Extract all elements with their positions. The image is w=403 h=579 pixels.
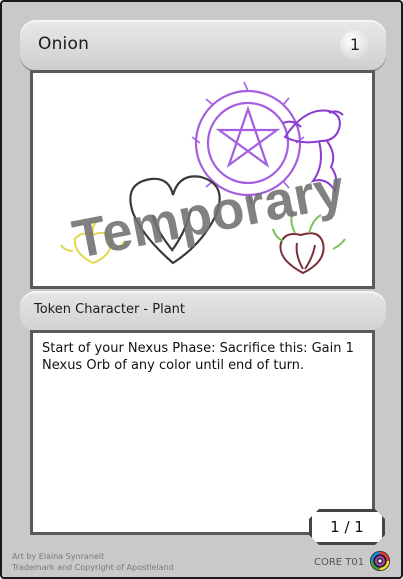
type-line: Token Character - Plant bbox=[34, 302, 186, 317]
rainbow-swirl-icon bbox=[370, 551, 390, 571]
count-badge: 1 / 1 bbox=[309, 509, 385, 545]
set-code: CORE T01 bbox=[314, 557, 365, 568]
cost-circle: 1 bbox=[340, 30, 370, 60]
art-illustration: Temporary bbox=[60, 81, 349, 275]
card-name: Onion bbox=[38, 34, 90, 54]
rules-text: Start of your Nexus Phase: Sacrifice thi… bbox=[42, 341, 354, 373]
watermark-text: Temporary bbox=[68, 159, 349, 270]
artist-credit: Art by Elaina Synraneit bbox=[12, 552, 105, 561]
card[interactable]: Onion 1 Temporary Token Character - Plan… bbox=[0, 0, 403, 579]
trademark-credit: Trademark and Copyright of Apostleland bbox=[12, 563, 174, 572]
card-art: Temporary bbox=[30, 70, 375, 289]
red-onion-icon bbox=[279, 232, 325, 275]
credits: Art by Elaina Synraneit Trademark and Co… bbox=[12, 551, 174, 573]
type-bar: Token Character - Plant bbox=[20, 291, 386, 331]
name-bar: Onion 1 bbox=[20, 20, 386, 70]
rules-text-box: Start of your Nexus Phase: Sacrifice thi… bbox=[30, 330, 375, 535]
